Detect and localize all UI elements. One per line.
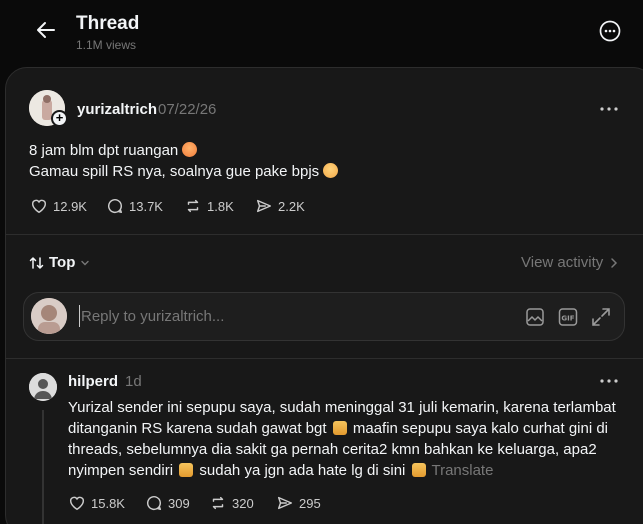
svg-text:GIF: GIF [561,315,574,323]
post-share-button[interactable]: 2.2K [255,197,305,215]
reply-input[interactable] [79,305,499,327]
comment-line-4: nyimpen sendiri sudah ya jgn ada hate lg… [68,462,494,479]
comment-repost-button[interactable]: 320 [209,494,254,512]
comment-reply-button[interactable]: 309 [145,494,190,512]
divider [6,358,643,359]
post-line-1: 8 jam blm dpt ruangan [29,140,198,161]
post-author[interactable]: yurizaltrich [77,101,157,118]
post-comment-count: 13.7K [129,198,163,214]
view-activity-label: View activity [521,254,604,271]
sort-dropdown[interactable]: Top [29,254,91,271]
comment-line-1: Yurizal sender ini sepupu saya, sudah me… [68,399,616,416]
commenter-avatar[interactable] [29,373,57,401]
praying-hands-emoji-icon [332,421,347,435]
comment-share-button[interactable]: 295 [276,494,321,512]
comment-share-count: 295 [299,495,321,511]
post-repost-count: 1.8K [207,198,234,214]
back-arrow-icon[interactable] [33,17,59,43]
commenter-name[interactable]: hilperd [68,373,118,390]
post-like-count: 12.9K [53,198,87,214]
gif-icon[interactable]: GIF [557,306,579,328]
divider [6,234,643,235]
expand-icon[interactable] [590,306,612,328]
comment-time: 1d [125,373,142,390]
share-icon [256,199,272,213]
comment-icon [147,496,162,511]
view-activity-link[interactable]: View activity [521,254,619,271]
repost-icon [212,496,224,510]
praying-hands-emoji-icon [411,463,426,477]
post-line-2: Gamau spill RS nya, soalnya gue pake bpj… [29,161,339,182]
comment-icon [108,199,123,214]
share-icon [277,496,293,510]
thread-line [42,410,44,524]
translate-link[interactable]: Translate [431,462,493,479]
praying-hands-emoji-icon [179,463,194,477]
heart-icon [69,496,85,511]
post-like-button[interactable]: 12.9K [30,197,87,215]
top-bar: Thread 1.1M views [0,0,643,64]
sort-label: Top [49,254,76,271]
post-repost-button[interactable]: 1.8K [184,197,234,215]
repost-icon [187,199,199,213]
follow-plus-icon[interactable]: + [51,110,68,127]
flushed-face-emoji-icon [323,163,339,178]
more-options-circle-icon[interactable] [598,19,622,43]
comment-line-2: ditanganin RS karena sudah gawat bgt maa… [68,420,609,437]
comment-like-count: 15.8K [91,495,125,511]
comment-repost-count: 320 [232,495,254,511]
comment-line-3: threads, sebelumnya dia sakit ga pernah … [68,441,597,458]
view-count: 1.1M views [76,38,137,52]
page-title: Thread [76,13,140,34]
heart-icon [31,199,47,214]
post-more-icon[interactable] [599,103,619,115]
comment-like-button[interactable]: 15.8K [68,494,125,512]
sort-arrows-icon [29,256,44,269]
chevron-down-icon [81,260,90,265]
hot-face-emoji-icon [182,142,198,157]
chevron-right-icon [611,257,618,268]
comment-reply-count: 309 [168,495,190,511]
comment-more-icon[interactable] [599,375,619,387]
post-time: 07/22/26 [158,101,217,118]
post-share-count: 2.2K [278,198,305,214]
post-comment-button[interactable]: 13.7K [106,197,163,215]
my-avatar [31,298,67,334]
comment-body: Yurizal sender ini sepupu saya, sudah me… [68,397,628,481]
image-icon[interactable] [524,306,546,328]
